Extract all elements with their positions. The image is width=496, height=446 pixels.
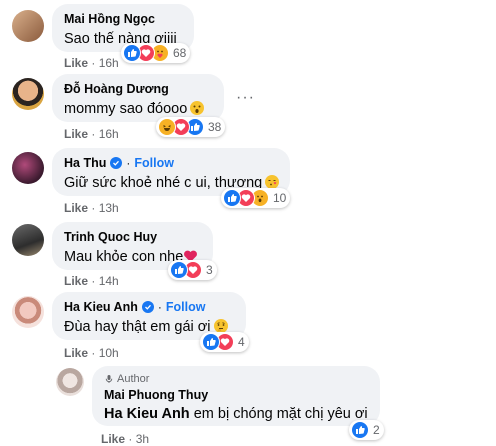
reaction-summary[interactable]: 4 [200, 332, 249, 352]
comment-text-body: mommy sao đóooo [64, 101, 188, 117]
avatar[interactable] [12, 296, 44, 328]
comment-item: Trinh Quoc Huy Mau khỏe con nhe 3 Like ·… [0, 218, 496, 290]
like-link[interactable]: Like [101, 432, 125, 446]
avatar[interactable] [12, 78, 44, 110]
comment-text: Ha Kieu Anh em bị chóng mặt chị yêu ơi [104, 406, 368, 422]
like-link[interactable]: Like [64, 127, 88, 141]
comment-item: Đỗ Hoàng Dương mommy sao đóooo ··· 38 Li… [0, 70, 496, 144]
comment-text-body: em bị chóng mặt chị yêu ơi [193, 406, 368, 422]
comment-text: mommy sao đóooo [64, 101, 212, 117]
comment-time[interactable]: 16h [99, 56, 119, 70]
follow-button[interactable]: Follow [166, 300, 206, 314]
comment-meta: Like · 10h [64, 346, 119, 360]
comment-meta: Like · 14h [64, 274, 119, 288]
separator: · [91, 201, 96, 215]
kiss-emoji-icon [265, 175, 280, 189]
comment-meta: Like · 16h [64, 127, 119, 141]
comment-item: Ha Kieu Anh · Follow Đùa hay thật em gái… [0, 290, 496, 362]
reaction-count: 10 [273, 191, 287, 205]
reply-avatar[interactable] [56, 368, 84, 396]
reaction-count: 68 [173, 46, 187, 60]
reaction-count: 2 [373, 423, 380, 437]
reaction-summary[interactable]: 68 [121, 43, 191, 63]
separator: · [157, 300, 162, 314]
avatar[interactable] [12, 224, 44, 256]
thinking-emoji-icon [213, 319, 228, 333]
separator: · [91, 56, 96, 70]
author-badge: Author [104, 372, 368, 386]
like-reaction-icon [170, 261, 188, 279]
commenter-name[interactable]: Ha Thu [64, 156, 106, 170]
comment-item: Ha Thu · Follow Giữ sức khoẻ nhé c ui, t… [0, 144, 496, 218]
follow-button[interactable]: Follow [134, 156, 174, 170]
comment-meta: Like · 3h [101, 432, 149, 446]
like-link[interactable]: Like [64, 56, 88, 70]
comment-time[interactable]: 14h [99, 274, 119, 288]
comment-time[interactable]: 3h [136, 432, 149, 446]
mention-link[interactable]: Ha Kieu Anh [104, 406, 190, 422]
commenter-name[interactable]: Mai Hồng Ngọc [64, 12, 155, 26]
verified-badge-icon [110, 157, 123, 169]
avatar[interactable] [12, 152, 44, 184]
reaction-count: 4 [238, 335, 245, 349]
comment-text-body: Mau khỏe con nhe [64, 249, 184, 265]
reaction-summary[interactable]: 3 [168, 260, 217, 280]
separator: · [128, 432, 133, 446]
reaction-summary[interactable]: 38 [156, 117, 226, 137]
haha-reaction-icon [158, 118, 176, 136]
separator: · [91, 274, 96, 288]
reply-item: Author Mai Phuong Thuy Ha Kieu Anh em bị… [0, 362, 496, 446]
reaction-summary[interactable]: 2 [349, 420, 384, 440]
separator: · [91, 346, 96, 360]
comment-time[interactable]: 16h [99, 127, 119, 141]
comment-bubble: Đỗ Hoàng Dương mommy sao đóooo [52, 74, 224, 122]
comment-time[interactable]: 10h [99, 346, 119, 360]
like-reaction-icon [202, 333, 220, 351]
comment-text-body: Đùa hay thật em gái ơi [64, 319, 211, 335]
like-link[interactable]: Like [64, 201, 88, 215]
like-link[interactable]: Like [64, 274, 88, 288]
commenter-name[interactable]: Trinh Quoc Huy [64, 230, 157, 244]
wow-emoji-icon [190, 101, 205, 115]
more-options-icon[interactable]: ··· [236, 89, 255, 107]
reaction-summary[interactable]: 10 [221, 188, 291, 208]
like-reaction-icon [223, 189, 241, 207]
like-reaction-icon [123, 44, 141, 62]
comment-time[interactable]: 13h [99, 201, 119, 215]
verified-badge-icon [141, 301, 154, 313]
reaction-count: 38 [208, 120, 222, 134]
author-mic-icon [105, 375, 113, 383]
separator: · [91, 127, 96, 141]
comment-item: Mai Hồng Ngọc Sao thế nàng ơiiii 68 Like… [0, 0, 496, 70]
comment-meta: Like · 16h [64, 56, 119, 70]
reply-bubble: Author Mai Phuong Thuy Ha Kieu Anh em bị… [92, 366, 380, 426]
avatar[interactable] [12, 10, 44, 42]
commenter-name[interactable]: Đỗ Hoàng Dương [64, 82, 169, 96]
like-reaction-icon [351, 421, 369, 439]
reaction-count: 3 [206, 263, 213, 277]
commenter-name[interactable]: Ha Kieu Anh [64, 300, 138, 314]
like-link[interactable]: Like [64, 346, 88, 360]
comment-meta: Like · 13h [64, 201, 119, 215]
separator: · [126, 156, 131, 170]
commenter-name[interactable]: Mai Phuong Thuy [104, 388, 208, 402]
author-label: Author [117, 373, 150, 385]
